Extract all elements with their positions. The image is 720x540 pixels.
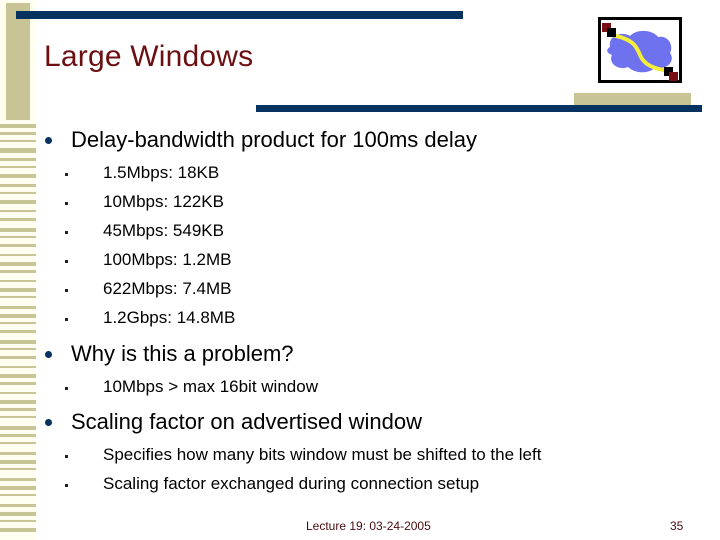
rail-stripe [0, 528, 36, 532]
rail-stripe [0, 434, 36, 437]
rail-stripe [0, 254, 36, 256]
rail-stripe [0, 262, 36, 266]
decorative-left-rail [0, 0, 36, 540]
rail-stripe [0, 140, 36, 142]
bullet-square-icon [65, 202, 68, 205]
bullet-square-icon [65, 231, 68, 234]
sub-bullet: Scaling factor exchanged during connecti… [44, 469, 704, 498]
bullet-dot-icon [45, 137, 52, 144]
title-underline-rule [256, 105, 702, 112]
rail-stripe [0, 132, 36, 135]
bullet-square-icon [65, 455, 68, 458]
rail-stripe [0, 174, 36, 178]
sub-bullet-text: 100Mbps: 1.2MB [103, 250, 232, 269]
sub-bullet-text: 10Mbps: 122KB [103, 192, 224, 211]
rail-stripe [0, 192, 36, 194]
sub-bullet: 1.2Gbps: 14.8MB [44, 303, 704, 332]
rail-stripe [0, 468, 36, 470]
rail-stripe [0, 478, 36, 481]
rail-stripe [0, 270, 36, 273]
rail-stripe [0, 280, 36, 282]
sub-bullet-text: Specifies how many bits window must be s… [103, 445, 542, 464]
sub-bullet-text: 622Mbps: 7.4MB [103, 279, 232, 298]
sub-bullet: 10Mbps: 122KB [44, 187, 704, 216]
rail-stripe [0, 504, 36, 507]
bullet-square-icon [65, 289, 68, 292]
rail-stripe [0, 200, 36, 204]
rail-stripe [0, 400, 36, 404]
sub-bullet-text: 45Mbps: 549KB [103, 221, 224, 240]
sub-bullet-text: 10Mbps > max 16bit window [103, 377, 318, 396]
sub-bullet: 100Mbps: 1.2MB [44, 245, 704, 274]
network-cloud-icon [598, 17, 682, 83]
sub-bullet-text: 1.2Gbps: 14.8MB [103, 308, 236, 327]
bullet-text: Scaling factor on advertised window [71, 409, 422, 434]
sub-bullet: Specifies how many bits window must be s… [44, 440, 704, 469]
rail-stripe [0, 348, 36, 350]
bullet-square-icon [65, 318, 68, 321]
bullet-text: Why is this a problem? [71, 341, 294, 366]
rail-stripe [0, 494, 36, 496]
sub-bullet: 10Mbps > max 16bit window [44, 372, 704, 401]
rail-stripe [0, 314, 36, 318]
rail-stripe [0, 218, 36, 221]
decorative-block [574, 93, 691, 105]
sub-bullet-text: Scaling factor exchanged during connecti… [103, 474, 480, 493]
bullet-square-icon [65, 173, 68, 176]
bullet-square-icon [65, 484, 68, 487]
top-rule [16, 11, 463, 19]
rail-stripe [0, 236, 36, 238]
rail-stripe [0, 408, 36, 411]
bullet-text: Delay-bandwidth product for 100ms delay [71, 127, 478, 152]
rail-stripe [0, 340, 36, 344]
rail-stripe [0, 416, 36, 418]
rail-stripe [0, 158, 36, 161]
sub-bullet: 45Mbps: 549KB [44, 216, 704, 245]
rail-stripe [0, 296, 36, 298]
rail-stripe [0, 330, 36, 333]
rail-stripe [0, 442, 36, 444]
rail-stripe [0, 356, 36, 359]
rail-stripe [0, 322, 36, 324]
rail-stripe [0, 244, 36, 247]
rail-stripe [0, 166, 36, 168]
footer-lecture-date: Lecture 19: 03-24-2005 [306, 519, 431, 533]
bullet-dot-icon [45, 351, 52, 358]
rail-stripe [0, 228, 36, 232]
rail-stripe [0, 520, 36, 522]
sub-bullet: 622Mbps: 7.4MB [44, 274, 704, 303]
sub-bullet-text: 1.5Mbps: 18KB [103, 163, 220, 182]
rail-stripe [0, 306, 36, 309]
rail-stripe [0, 184, 36, 187]
rail-stripe [0, 366, 36, 368]
footer-page-number: 35 [670, 519, 684, 533]
bullet-delay-bandwidth: Delay-bandwidth product for 100ms delay [44, 122, 704, 158]
rail-stripe [0, 374, 36, 378]
rail-stripe [0, 392, 36, 394]
bullet-scaling-factor: Scaling factor on advertised window [44, 404, 704, 440]
rail-stripe [0, 460, 36, 464]
rail-stripe [0, 148, 36, 153]
slide-body: Delay-bandwidth product for 100ms delay … [44, 122, 704, 498]
rail-stripe [0, 210, 36, 212]
rail-stripe [0, 486, 36, 490]
rail-stripe [0, 382, 36, 385]
rail-block [6, 3, 30, 120]
slide-title: Large Windows [44, 40, 254, 73]
rail-stripe [0, 124, 36, 128]
bullet-dot-icon [45, 419, 52, 426]
rail-stripe [0, 512, 36, 516]
rail-stripe [0, 426, 36, 430]
rail-stripe [0, 288, 36, 292]
sub-bullet: 1.5Mbps: 18KB [44, 158, 704, 187]
rail-stripe [0, 452, 36, 455]
bullet-why-problem: Why is this a problem? [44, 336, 704, 372]
bullet-square-icon [65, 260, 68, 263]
bullet-square-icon [65, 387, 68, 390]
